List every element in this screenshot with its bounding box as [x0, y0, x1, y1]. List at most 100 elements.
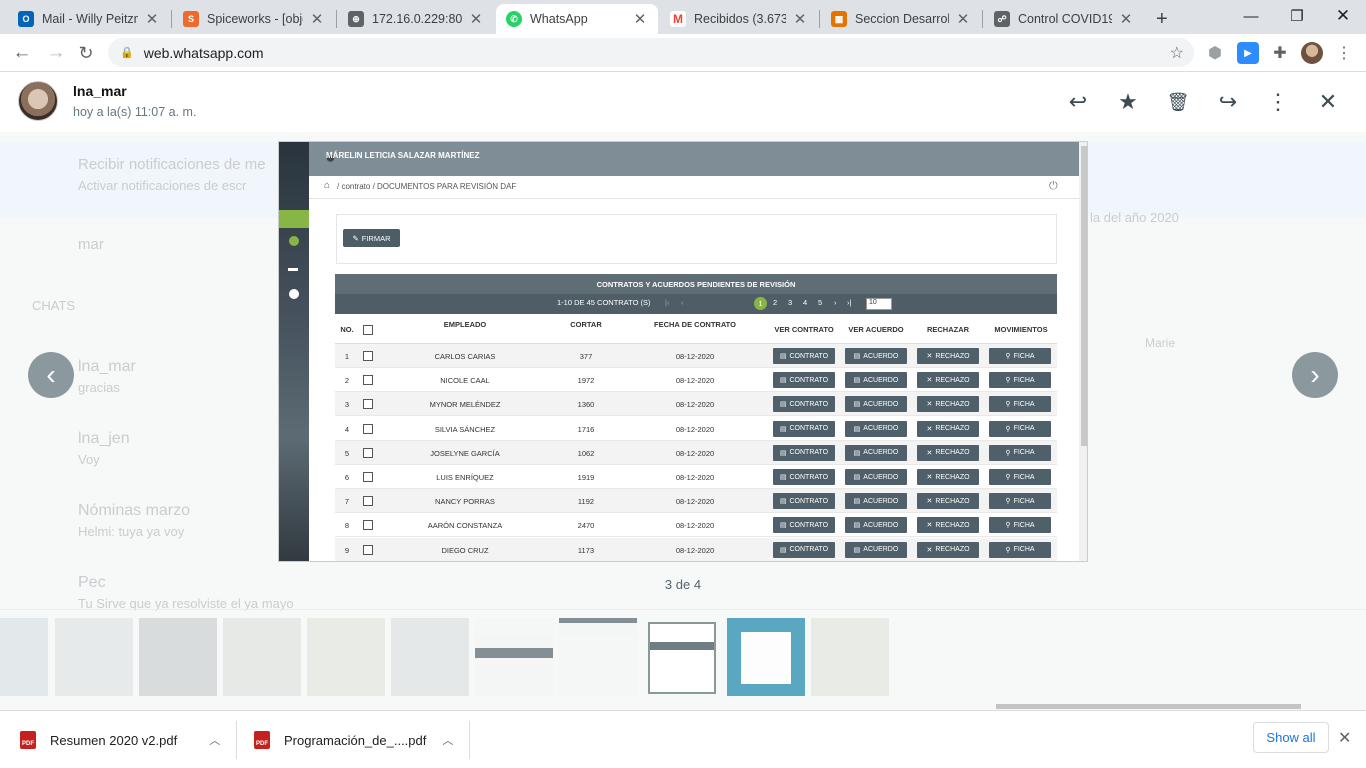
- divider: [236, 721, 237, 759]
- ficha-button-label: FICHA: [1013, 473, 1035, 481]
- ficha-button-label: FICHA: [1013, 376, 1035, 384]
- power-icon: ⏻: [1049, 180, 1058, 192]
- back-arrow-icon[interactable]: ←: [8, 40, 36, 66]
- shield-extension-icon[interactable]: ⬢: [1204, 42, 1226, 64]
- rechazar-button-label: RECHAZO: [935, 425, 970, 433]
- row-checkbox: [363, 472, 373, 482]
- trash-icon[interactable]: 🗑: [1164, 89, 1192, 115]
- close-icon[interactable]: ✕: [144, 10, 160, 28]
- rechazar-button-label: RECHAZO: [935, 473, 970, 481]
- media-thumbnail-selected[interactable]: [648, 622, 716, 694]
- restore-button[interactable]: ❐: [1274, 2, 1320, 30]
- ver-contrato-icon: ▤: [779, 377, 787, 385]
- ver-acuerdo-button-label: ACUERDO: [863, 521, 899, 529]
- reload-icon[interactable]: ↻: [72, 40, 100, 66]
- row-empleado: NANCY PORRAS: [435, 497, 495, 507]
- download-filename: Resumen 2020 v2.pdf: [50, 732, 178, 748]
- star-icon[interactable]: ★: [1114, 89, 1142, 115]
- globe-icon: ⊕: [348, 11, 364, 27]
- next-media-button[interactable]: ›: [1292, 352, 1338, 398]
- ver-contrato-button-label: CONTRATO: [789, 449, 829, 457]
- table-title: CONTRATOS Y ACUERDOS PENDIENTES DE REVIS…: [335, 274, 1057, 294]
- ver-acuerdo-button-label: ACUERDO: [863, 497, 899, 505]
- close-icon[interactable]: ✕: [309, 10, 325, 28]
- forward-arrow-icon[interactable]: →: [42, 40, 70, 66]
- table-row: 2 NICOLE CAAL 1972 08-12-2020 ▤ CONTRATO ▤ ACUE…: [335, 368, 1057, 393]
- media-thumbnail[interactable]: [307, 618, 385, 696]
- chevron-up-icon[interactable]: ︿: [442, 732, 453, 748]
- ficha-button-label: FICHA: [1013, 546, 1035, 554]
- ver-acuerdo-button-label: ACUERDO: [863, 473, 899, 481]
- media-thumbnail[interactable]: [391, 618, 469, 696]
- rechazar-icon: ✕: [926, 498, 933, 506]
- row-fecha: 08-12-2020: [675, 352, 715, 361]
- chevron-up-icon[interactable]: ︿: [209, 732, 220, 748]
- tab-title: Recibidos (3.673) -: [694, 12, 786, 26]
- browser-toolbar: ← → ↻ 🔒 web.whatsapp.com ☆ ⬢ ▶ ✚ ⋮: [0, 34, 1366, 72]
- minimize-button[interactable]: —: [1228, 2, 1274, 30]
- zoom-extension-icon[interactable]: ▶: [1237, 42, 1259, 64]
- prev-media-button[interactable]: ‹: [28, 352, 74, 398]
- close-icon[interactable]: ✕: [632, 10, 648, 28]
- ghost-chat-preview: Voy: [78, 452, 100, 467]
- ver-contrato-button: ▤ CONTRATO: [773, 396, 835, 413]
- last-page-icon: ›|: [847, 298, 852, 307]
- window-close-button[interactable]: ✕: [1320, 2, 1366, 30]
- more-options-icon[interactable]: ⋮: [1264, 89, 1292, 115]
- close-icon[interactable]: ✕: [1314, 89, 1342, 115]
- thumbnail-bar: [650, 642, 714, 650]
- reply-icon[interactable]: ↩: [1064, 89, 1092, 115]
- tab-control-covid[interactable]: ☍ Control COVID19 ✕: [984, 4, 1144, 34]
- tab-gmail[interactable]: M Recibidos (3.673) - ✕: [660, 4, 818, 34]
- lock-icon: 🔒: [120, 47, 134, 59]
- close-icon[interactable]: ✕: [1338, 728, 1351, 748]
- star-icon[interactable]: ☆: [1170, 43, 1184, 63]
- media-thumbnail[interactable]: [55, 618, 133, 696]
- ghost-search-text: mar: [78, 236, 104, 253]
- forward-icon[interactable]: ↪: [1214, 89, 1242, 115]
- tab-whatsapp[interactable]: ✆ WhatsApp ✕: [496, 4, 658, 34]
- row-empleado: AARÓN CONSTANZA: [427, 521, 503, 531]
- profile-avatar[interactable]: [1301, 42, 1323, 64]
- media-thumbnail[interactable]: [475, 618, 553, 696]
- puzzle-icon[interactable]: ✚: [1269, 42, 1291, 64]
- ficha-icon: ⚲: [1005, 498, 1011, 506]
- page-size-select: 10: [866, 298, 892, 310]
- row-cortar: 2470: [577, 521, 595, 531]
- ver-acuerdo-button-label: ACUERDO: [863, 376, 899, 384]
- close-icon[interactable]: ✕: [1118, 10, 1134, 28]
- media-thumbnail[interactable]: [727, 618, 805, 696]
- tab-seccion-desarrollo[interactable]: ▦ Seccion Desarrollo ✕: [821, 4, 981, 34]
- avatar[interactable]: [18, 81, 58, 121]
- rechazar-icon: ✕: [926, 474, 933, 481]
- tab-ip-address[interactable]: ⊕ 172.16.0.229:8083/ ✕: [338, 4, 494, 34]
- media-thumbnail[interactable]: [811, 618, 889, 696]
- ver-contrato-button-label: CONTRATO: [789, 497, 829, 505]
- ficha-button: ⚲ FICHA: [989, 420, 1051, 437]
- show-all-button[interactable]: Show all: [1253, 722, 1329, 753]
- media-thumbnail[interactable]: [0, 618, 48, 696]
- row-checkbox: [363, 496, 373, 507]
- firmar-label: FIRMAR: [361, 233, 391, 243]
- rechazar-button-label: RECHAZO: [935, 400, 970, 408]
- close-icon[interactable]: ✕: [792, 10, 808, 28]
- download-item[interactable]: PDF Resumen 2020 v2.pdf ︿: [20, 725, 220, 755]
- tab-mail[interactable]: O Mail - Willy Peitzn ✕: [8, 4, 170, 34]
- download-item[interactable]: PDF Programación_de_....pdf ︿: [254, 725, 453, 755]
- close-icon[interactable]: ✕: [955, 10, 971, 28]
- table-row: 6 LUIS ENRÍQUEZ 1919 08-12-2020 ▤ CONTRATO ▤ AC…: [335, 465, 1057, 489]
- app-user-name: MÁRELIN LETICIA SALAZAR MARTÍNEZ: [326, 151, 480, 160]
- row-fecha: 08-12-2020: [675, 424, 715, 434]
- close-icon[interactable]: ✕: [468, 10, 484, 28]
- tab-spiceworks[interactable]: S Spiceworks - [obje ✕: [173, 4, 335, 34]
- thumbnail-divider: [0, 609, 1366, 610]
- address-bar[interactable]: 🔒 web.whatsapp.com ☆: [108, 38, 1194, 67]
- media-thumbnail[interactable]: [559, 618, 637, 696]
- tab-separator: [336, 10, 337, 28]
- media-thumbnail[interactable]: [223, 618, 301, 696]
- thumbnail-scrollbar[interactable]: [996, 704, 1301, 709]
- menu-icon[interactable]: ⋮: [1333, 42, 1355, 64]
- media-thumbnail[interactable]: [139, 618, 217, 696]
- new-tab-button[interactable]: +: [1150, 4, 1180, 34]
- rechazar-icon: ✕: [926, 449, 933, 457]
